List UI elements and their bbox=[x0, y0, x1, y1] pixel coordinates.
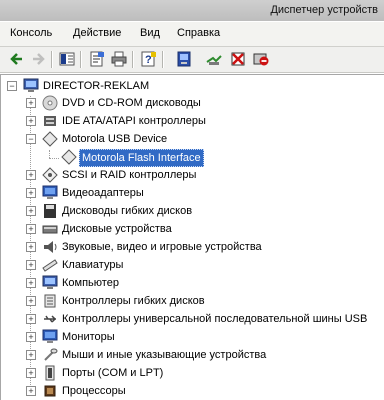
toolbar: ? bbox=[0, 47, 384, 73]
tree-item-label: Клавиатуры bbox=[62, 259, 124, 271]
back-icon[interactable] bbox=[9, 51, 25, 67]
tree-item-label: Мониторы bbox=[62, 331, 115, 343]
tree-guide-line bbox=[49, 158, 59, 159]
expand-icon[interactable]: + bbox=[26, 314, 36, 324]
toolbar-separator bbox=[162, 51, 164, 68]
port-icon bbox=[45, 365, 55, 381]
expand-icon[interactable]: + bbox=[26, 242, 36, 252]
monitor-icon bbox=[42, 329, 58, 343]
expand-icon[interactable]: + bbox=[26, 224, 36, 234]
expand-icon[interactable]: + bbox=[26, 350, 36, 360]
properties-icon[interactable] bbox=[89, 51, 105, 67]
ide-controller-icon bbox=[44, 116, 56, 126]
controller-icon bbox=[44, 294, 56, 308]
tree-item-label: Процессоры bbox=[62, 385, 126, 397]
tree-root-label: DIRECTOR-REKLAM bbox=[43, 80, 150, 92]
scan-hardware-icon[interactable] bbox=[176, 51, 192, 67]
tree-item-label: Дисковые устройства bbox=[62, 223, 172, 235]
expand-icon[interactable]: + bbox=[26, 368, 36, 378]
tree-item-label-selected: Motorola Flash Interface bbox=[79, 149, 204, 167]
collapse-icon[interactable]: − bbox=[7, 81, 17, 91]
mouse-icon bbox=[44, 348, 58, 361]
hard-disk-icon bbox=[42, 225, 58, 234]
device-tree: − DIRECTOR-REKLAM + DVD и CD-ROM дисково… bbox=[0, 74, 384, 400]
tree-guide-line bbox=[49, 150, 50, 158]
menu-bar: Консоль Действие Вид Справка bbox=[0, 22, 384, 47]
monitor-icon bbox=[42, 185, 58, 199]
computer-icon bbox=[42, 275, 58, 289]
collapse-icon[interactable]: − bbox=[26, 134, 36, 144]
floppy-icon bbox=[44, 204, 56, 218]
window-title: Диспетчер устройств bbox=[270, 4, 378, 16]
help-icon[interactable]: ? bbox=[141, 51, 157, 67]
tree-item-label: Контроллеры гибких дисков bbox=[62, 295, 205, 307]
expand-icon[interactable]: + bbox=[26, 260, 36, 270]
title-bar: Диспетчер устройств bbox=[0, 0, 384, 21]
flash-interface-icon bbox=[61, 149, 77, 165]
cdrom-icon bbox=[42, 95, 58, 111]
expand-icon[interactable]: + bbox=[26, 116, 36, 126]
toolbar-separator bbox=[51, 51, 53, 68]
expand-icon[interactable]: + bbox=[26, 386, 36, 396]
usb-device-icon bbox=[42, 131, 58, 147]
tree-item-label: DVD и CD-ROM дисководы bbox=[62, 97, 201, 109]
print-icon[interactable] bbox=[111, 51, 127, 67]
tree-item-label: Motorola USB Device bbox=[62, 133, 168, 145]
expand-icon[interactable]: + bbox=[26, 332, 36, 342]
tree-item-label: IDE ATA/ATAPI контроллеры bbox=[62, 115, 206, 127]
disable-device-icon[interactable] bbox=[230, 51, 246, 67]
toolbar-separator bbox=[80, 51, 82, 68]
svg-text:?: ? bbox=[145, 54, 152, 66]
expand-icon[interactable]: + bbox=[26, 188, 36, 198]
menu-view[interactable]: Вид bbox=[140, 27, 160, 39]
expand-icon[interactable]: + bbox=[26, 98, 36, 108]
tree-item-label: SCSI и RAID контроллеры bbox=[62, 169, 197, 181]
tree-item-label: Контроллеры универсальной последовательн… bbox=[62, 313, 368, 325]
usb-icon bbox=[44, 315, 57, 323]
expand-icon[interactable]: + bbox=[26, 170, 36, 180]
speaker-icon bbox=[44, 241, 57, 253]
show-hide-tree-icon[interactable] bbox=[59, 51, 75, 67]
tree-item-label: Видеоадаптеры bbox=[62, 187, 144, 199]
processor-icon bbox=[44, 385, 56, 397]
menu-action[interactable]: Действие bbox=[73, 27, 121, 39]
keyboard-icon bbox=[42, 259, 58, 272]
expand-icon[interactable]: + bbox=[26, 278, 36, 288]
expand-icon[interactable]: + bbox=[26, 206, 36, 216]
tree-item-label: Дисководы гибких дисков bbox=[62, 205, 193, 217]
tree-item-label: Компьютер bbox=[62, 277, 119, 289]
tree-item-label: Звуковые, видео и игровые устройства bbox=[62, 241, 262, 253]
toolbar-separator bbox=[132, 51, 134, 68]
expand-icon[interactable]: + bbox=[26, 296, 36, 306]
forward-icon[interactable] bbox=[30, 51, 46, 67]
tree-item-label: Порты (COM и LPT) bbox=[62, 367, 164, 379]
update-driver-icon[interactable] bbox=[206, 51, 222, 67]
tree-item-label: Мыши и иные указывающие устройства bbox=[62, 349, 267, 361]
computer-icon bbox=[23, 78, 39, 92]
menu-console[interactable]: Консоль bbox=[10, 27, 52, 39]
menu-help[interactable]: Справка bbox=[177, 27, 220, 39]
scsi-controller-icon bbox=[42, 167, 58, 183]
uninstall-device-icon[interactable] bbox=[253, 51, 269, 67]
